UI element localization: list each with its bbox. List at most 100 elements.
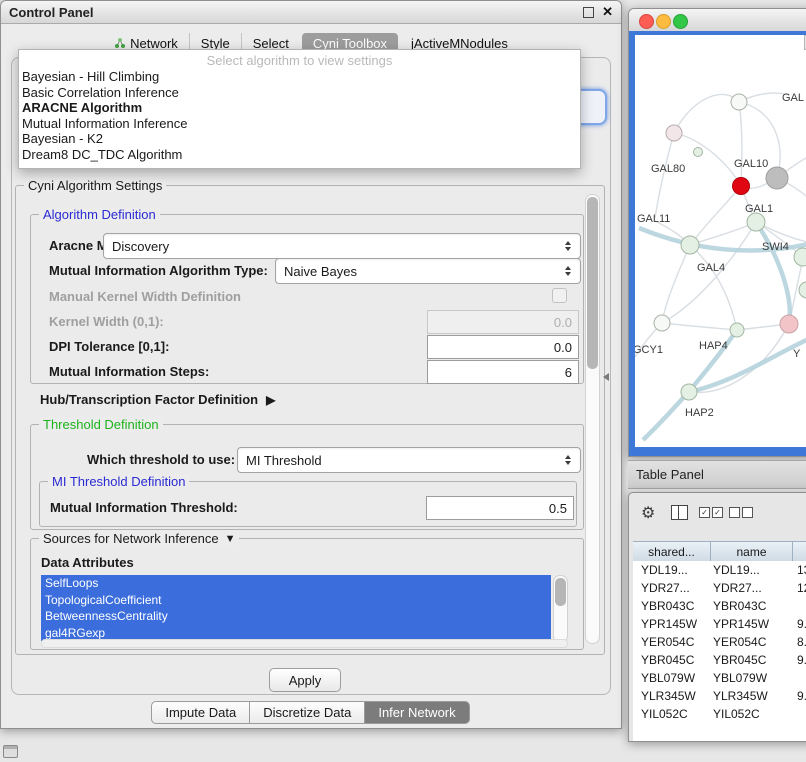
table-row[interactable]: YBR045C YBR045C 9. <box>633 651 806 669</box>
network-node[interactable] <box>730 323 744 337</box>
settings-scrollbar[interactable] <box>585 194 600 644</box>
dropdown-item[interactable]: Bayesian - K2 <box>19 131 580 147</box>
dropdown-item[interactable]: Basic Correlation Inference <box>19 85 580 101</box>
close-icon[interactable]: ✕ <box>602 4 613 20</box>
aracne-mode-select[interactable]: Discovery <box>103 233 581 259</box>
deselect-columns-icon[interactable] <box>729 507 755 518</box>
network-canvas[interactable]: GAL80 GAL10 GAL11 GAL1 SWI4 GAL4 GCY1 HA… <box>635 35 806 447</box>
dpi-tolerance-input[interactable]: 0.0 <box>427 335 579 359</box>
mi-threshold-label: Mutual Information Threshold: <box>50 500 238 515</box>
network-node[interactable] <box>780 315 798 333</box>
table-row[interactable]: YDL19... YDL19... 13 <box>633 561 806 579</box>
splitter-collapse-icon[interactable] <box>603 373 609 381</box>
mi-steps-label: Mutual Information Steps: <box>49 364 209 379</box>
mi-steps-input[interactable]: 6 <box>427 360 579 384</box>
close-window-button[interactable] <box>639 14 654 29</box>
sources-group: Sources for Network Inference ▼ Data Att… <box>30 538 584 650</box>
control-panel-titlebar[interactable]: Control Panel ✕ <box>1 1 621 24</box>
dropdown-item[interactable]: Dream8 DC_TDC Algorithm <box>19 147 580 163</box>
list-scrollbar-thumb[interactable] <box>555 578 566 606</box>
dropdown-item-selected[interactable]: ARACNE Algorithm <box>19 100 580 116</box>
hub-section-toggle[interactable]: Hub/Transcription Factor Definition ▶ <box>40 392 275 407</box>
node-label: GAL11 <box>637 213 670 225</box>
window-title: Control Panel <box>1 5 94 20</box>
node-label: GAL10 <box>734 158 768 170</box>
table-row[interactable]: YLR345W YLR345W 9. <box>633 687 806 705</box>
network-node-selected[interactable] <box>733 178 750 195</box>
column-header[interactable] <box>793 542 806 562</box>
settings-scrollbar-thumb[interactable] <box>587 197 598 369</box>
dropdown-item[interactable]: Mutual Information Inference <box>19 116 580 132</box>
tab-impute-data[interactable]: Impute Data <box>151 701 250 724</box>
network-edge[interactable] <box>662 245 690 323</box>
table-row[interactable]: YDR27... YDR27... 12 <box>633 579 806 597</box>
dropdown-item[interactable]: Bayesian - Hill Climbing <box>19 69 580 85</box>
table-row[interactable]: YPR145W YPR145W 9. <box>633 615 806 633</box>
network-edge[interactable] <box>674 133 741 186</box>
table-row[interactable]: YBL079W YBL079W <box>633 669 806 687</box>
sources-toggle[interactable]: Sources for Network Inference ▼ <box>39 531 239 546</box>
manual-kernel-checkbox[interactable] <box>552 288 567 303</box>
manual-kernel-label: Manual Kernel Width Definition <box>49 289 241 304</box>
table-row[interactable]: YIL052C YIL052C <box>633 705 806 723</box>
mi-threshold-input[interactable]: 0.5 <box>426 496 574 520</box>
zoom-window-button[interactable] <box>673 14 688 29</box>
network-node[interactable] <box>666 125 682 141</box>
network-node[interactable] <box>694 148 703 157</box>
mi-threshold-group: MI Threshold Definition Mutual Informati… <box>39 481 577 527</box>
algorithm-definition-title: Algorithm Definition <box>39 207 160 222</box>
node-label: HAP2 <box>685 407 714 419</box>
threshold-definition-group: Threshold Definition Which threshold to … <box>30 424 584 530</box>
triangle-down-icon[interactable]: ▼ <box>225 533 236 545</box>
network-node[interactable] <box>766 167 788 189</box>
cyni-algorithm-settings-group: Cyni Algorithm Settings Algorithm Defini… <box>15 185 605 655</box>
docked-panel-icon[interactable] <box>3 745 18 758</box>
tab-infer-network[interactable]: Infer Network <box>364 701 469 724</box>
list-scrollbar[interactable] <box>553 575 568 643</box>
threshold-select[interactable]: MI Threshold <box>237 447 581 473</box>
node-label: Y <box>793 348 801 360</box>
data-attributes-list: SelfLoops TopologicalCoefficient Between… <box>41 575 551 641</box>
kernel-width-input[interactable]: 0.0 <box>427 310 579 334</box>
data-attributes-label: Data Attributes <box>41 555 134 570</box>
threshold-definition-title: Threshold Definition <box>39 417 163 432</box>
table-row[interactable]: YER054C YER054C 8. <box>633 633 806 651</box>
minimize-window-button[interactable] <box>656 14 671 29</box>
network-window-titlebar[interactable] <box>629 9 806 32</box>
list-horizontal-scrollbar[interactable] <box>41 639 568 648</box>
network-edge-thick[interactable] <box>756 222 790 324</box>
table-panel-titlebar[interactable]: Table Panel <box>628 460 806 489</box>
network-node[interactable] <box>681 236 699 254</box>
network-edge[interactable] <box>674 94 739 133</box>
desktop: Control Panel ✕ Network Style Select Cyn <box>0 0 806 762</box>
network-edge[interactable] <box>690 245 737 330</box>
column-header[interactable]: shared... <box>633 542 711 562</box>
gear-icon[interactable]: ⚙ <box>641 503 655 523</box>
list-item[interactable]: TopologicalCoefficient <box>41 592 551 609</box>
triangle-right-icon[interactable]: ▶ <box>266 393 275 407</box>
list-item[interactable]: SelfLoops <box>41 575 551 592</box>
select-columns-icon[interactable]: ✓ ✓ <box>699 507 725 518</box>
node-label: HAP4 <box>699 340 728 352</box>
network-edge[interactable] <box>739 102 742 186</box>
table-panel-title: Table Panel <box>628 467 704 482</box>
network-node[interactable] <box>731 94 747 110</box>
tab-discretize-data[interactable]: Discretize Data <box>249 701 365 724</box>
network-node[interactable] <box>747 213 765 231</box>
network-edge[interactable] <box>662 323 737 330</box>
node-label: GCY1 <box>635 344 663 356</box>
columns-icon[interactable] <box>671 505 688 520</box>
table-panel-window: ⚙ ✓ ✓ shared... name YDL19... YDL19... 1… <box>628 492 806 742</box>
which-threshold-label: Which threshold to use: <box>87 452 235 467</box>
mi-algorithm-type-select[interactable]: Naive Bayes <box>275 258 581 284</box>
float-window-icon[interactable] <box>583 7 594 18</box>
column-header[interactable]: name <box>711 542 793 562</box>
node-label: GAL1 <box>745 203 773 215</box>
table-row[interactable]: YBR043C YBR043C <box>633 597 806 615</box>
list-item[interactable]: BetweennessCentrality <box>41 608 551 625</box>
network-node[interactable] <box>799 282 806 298</box>
network-node[interactable] <box>654 315 670 331</box>
network-edge[interactable] <box>655 133 674 218</box>
network-node[interactable] <box>681 384 697 400</box>
apply-button[interactable]: Apply <box>269 668 341 692</box>
